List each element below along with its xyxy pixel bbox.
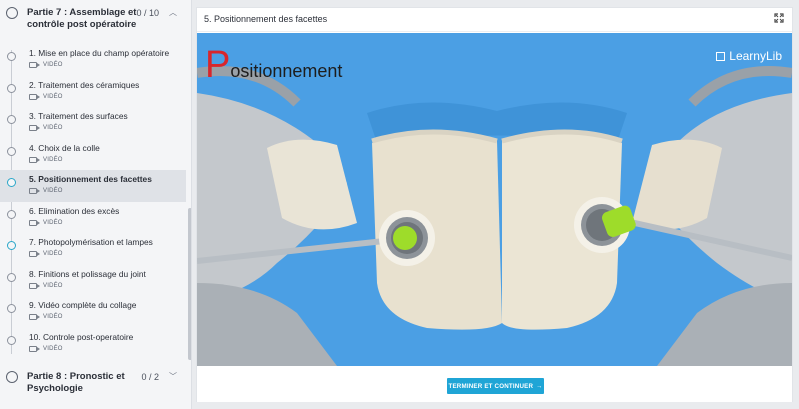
lesson-status-dot bbox=[7, 147, 16, 156]
lesson-meta: VIDÉO bbox=[29, 94, 63, 100]
video-camera-icon bbox=[29, 283, 40, 289]
lesson-item[interactable]: 8. Finitions et polissage du joint VIDÉO bbox=[0, 265, 186, 297]
lesson-type: VIDÉO bbox=[43, 125, 63, 131]
section-title: Partie 7 : Assemblage et contrôle post o… bbox=[27, 7, 137, 30]
lesson-status-dot bbox=[7, 304, 16, 313]
lesson-meta: VIDÉO bbox=[29, 346, 63, 352]
lesson-meta: VIDÉO bbox=[29, 220, 63, 226]
lesson-label: 5. Positionnement des facettes bbox=[29, 174, 152, 184]
lesson-type: VIDÉO bbox=[43, 188, 63, 194]
lesson-meta: VIDÉO bbox=[29, 283, 63, 289]
video-camera-icon bbox=[29, 62, 40, 68]
app: Partie 7 : Assemblage et contrôle post o… bbox=[0, 0, 799, 409]
section-progress-ring bbox=[6, 7, 18, 19]
lesson-type: VIDÉO bbox=[43, 94, 63, 100]
video-overlay-title: Positionnement bbox=[205, 44, 343, 91]
lesson-meta: VIDÉO bbox=[29, 157, 63, 163]
video-camera-icon bbox=[29, 94, 40, 100]
video-camera-icon bbox=[29, 314, 40, 320]
lesson-item[interactable]: 4. Choix de la colle VIDÉO bbox=[0, 139, 186, 171]
lesson-label: 10. Controle post-operatoire bbox=[29, 332, 134, 342]
lesson-status-dot bbox=[7, 336, 16, 345]
lesson-header: 5. Positionnement des facettes bbox=[197, 8, 792, 32]
course-sidebar: Partie 7 : Assemblage et contrôle post o… bbox=[0, 0, 192, 409]
lesson-item[interactable]: 9. Vidéo complète du collage VIDÉO bbox=[0, 296, 186, 328]
lesson-item[interactable]: 10. Controle post-operatoire VIDÉO bbox=[0, 328, 186, 360]
lesson-meta: VIDÉO bbox=[29, 62, 63, 68]
lesson-item[interactable]: 7. Photopolymérisation et lampes VIDÉO bbox=[0, 233, 186, 265]
lesson-label: 2. Traitement des céramiques bbox=[29, 80, 140, 90]
lesson-type: VIDÉO bbox=[43, 346, 63, 352]
section-progress-count: 0 / 2 bbox=[141, 372, 159, 382]
video-camera-icon bbox=[29, 251, 40, 257]
overlay-text: ositionnement bbox=[230, 61, 343, 81]
lesson-status-dot bbox=[7, 210, 16, 219]
section-progress-count: 0 / 10 bbox=[136, 8, 159, 18]
video-camera-icon bbox=[29, 157, 40, 163]
lesson-status-dot bbox=[7, 52, 16, 61]
lesson-type: VIDÉO bbox=[43, 283, 63, 289]
watermark: LearnyLib bbox=[716, 49, 782, 63]
lesson-label: 1. Mise en place du champ opératoire bbox=[29, 48, 170, 58]
lesson-meta: VIDÉO bbox=[29, 251, 63, 257]
lesson-label: 4. Choix de la colle bbox=[29, 143, 100, 153]
fullscreen-icon[interactable] bbox=[774, 13, 784, 23]
lesson-item[interactable]: 3. Traitement des surfaces VIDÉO bbox=[0, 107, 186, 139]
lesson-status-dot bbox=[7, 241, 16, 250]
finish-and-continue-button[interactable]: TERMINER ET CONTINUER → bbox=[447, 378, 544, 394]
lesson-type: VIDÉO bbox=[43, 220, 63, 226]
chevron-down-icon[interactable]: ﹀ bbox=[169, 371, 177, 383]
lesson-title: 5. Positionnement des facettes bbox=[204, 14, 328, 24]
arrow-right-icon: → bbox=[536, 382, 543, 390]
lesson-meta: VIDÉO bbox=[29, 314, 63, 320]
video-camera-icon bbox=[29, 346, 40, 352]
lesson-type: VIDÉO bbox=[43, 62, 63, 68]
section-title: Partie 8 : Pronostic et Psychologie bbox=[27, 371, 125, 394]
lesson-footer: TERMINER ET CONTINUER → bbox=[197, 366, 792, 402]
lesson-item[interactable]: 6. Elimination des excès VIDÉO bbox=[0, 202, 186, 234]
lesson-status-dot bbox=[7, 84, 16, 93]
video-camera-icon bbox=[29, 220, 40, 226]
lesson-item-active[interactable]: 5. Positionnement des facettes VIDÉO bbox=[0, 170, 186, 202]
lesson-item[interactable]: 1. Mise en place du champ opératoire VID… bbox=[0, 44, 186, 76]
lesson-panel: 5. Positionnement des facettes Positionn… bbox=[196, 7, 793, 402]
lesson-item[interactable]: 2. Traitement des céramiques VIDÉO bbox=[0, 76, 186, 108]
lesson-status-dot bbox=[7, 273, 16, 282]
video-camera-icon bbox=[29, 188, 40, 194]
chevron-up-icon[interactable]: ︿ bbox=[169, 7, 177, 19]
watermark-text: LearnyLib bbox=[729, 49, 782, 63]
lesson-label: 7. Photopolymérisation et lampes bbox=[29, 237, 153, 247]
cta-label: TERMINER ET CONTINUER bbox=[448, 382, 534, 390]
lesson-label: 9. Vidéo complète du collage bbox=[29, 300, 137, 310]
lesson-meta: VIDÉO bbox=[29, 188, 63, 194]
lesson-meta: VIDÉO bbox=[29, 125, 63, 131]
section-progress-ring bbox=[6, 371, 18, 383]
video-player[interactable]: Positionnement LearnyLib bbox=[197, 33, 792, 366]
lesson-label: 6. Elimination des excès bbox=[29, 206, 120, 216]
lesson-status-dot bbox=[7, 115, 16, 124]
overlay-initial: P bbox=[205, 44, 231, 86]
scrollbar-thumb[interactable] bbox=[188, 208, 191, 360]
video-camera-icon bbox=[29, 125, 40, 131]
learnylib-logo-icon bbox=[716, 51, 726, 61]
lesson-label: 8. Finitions et polissage du joint bbox=[29, 269, 146, 279]
lesson-label: 3. Traitement des surfaces bbox=[29, 111, 128, 121]
lesson-status-dot bbox=[7, 178, 16, 187]
lesson-type: VIDÉO bbox=[43, 314, 63, 320]
lesson-type: VIDÉO bbox=[43, 251, 63, 257]
lesson-type: VIDÉO bbox=[43, 157, 63, 163]
